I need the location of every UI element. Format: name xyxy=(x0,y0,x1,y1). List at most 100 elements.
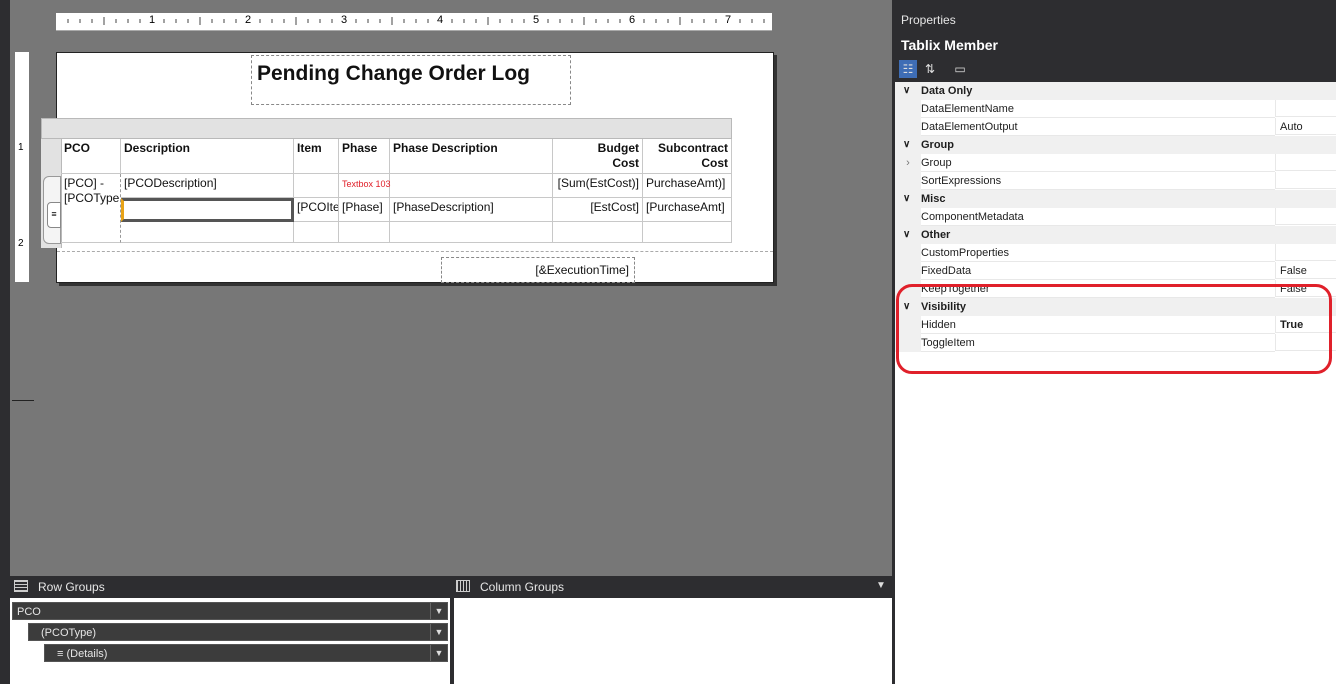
cell-estcost[interactable]: [EstCost] xyxy=(553,198,643,222)
column-groups-icon xyxy=(456,580,470,592)
property-value[interactable]: Auto xyxy=(1275,118,1336,135)
chevron-down-icon[interactable]: ∨ xyxy=(903,136,910,154)
properties-title: Properties xyxy=(895,8,1336,34)
property-value[interactable] xyxy=(1275,172,1336,189)
cell-empty[interactable] xyxy=(643,222,732,243)
cell-sum-purchaseamt[interactable]: PurchaseAmt)] xyxy=(643,174,732,198)
header-budget-cost[interactable]: Budget Cost xyxy=(553,139,643,174)
cell-phase[interactable]: [Phase] xyxy=(339,198,390,222)
cell-empty[interactable] xyxy=(121,222,294,243)
cell-empty[interactable] xyxy=(553,222,643,243)
selected-object-name: Tablix Member xyxy=(901,37,998,53)
property-gutter xyxy=(895,244,921,262)
vruler-label-2: 2 xyxy=(18,238,24,249)
alphabetical-sort-icon[interactable]: ⇅ xyxy=(921,60,939,78)
highlight-annotation xyxy=(896,284,1332,374)
pane-dropdown-icon[interactable]: ▼ xyxy=(876,580,886,591)
execution-time: [&ExecutionTime] xyxy=(535,263,629,277)
property-grid: ∨ Data Only DataElementName DataElementOutp… xyxy=(895,82,1336,682)
property-category-label: Group xyxy=(921,139,954,151)
property-gutter xyxy=(895,118,921,136)
header-phase[interactable]: Phase xyxy=(339,139,390,174)
row-group-pco[interactable]: PCO ▼ xyxy=(12,602,448,620)
title-textbox[interactable]: Pending Change Order Log xyxy=(251,55,571,105)
cell-empty[interactable] xyxy=(390,222,553,243)
left-gutter xyxy=(0,0,10,684)
header-subcontract-line1: Subcontract xyxy=(657,141,728,155)
header-item[interactable]: Item xyxy=(294,139,339,174)
tablix[interactable]: ≡ PCO Description Item Phase Phase Descr… xyxy=(41,118,732,248)
header-phase-description[interactable]: Phase Description xyxy=(390,139,553,174)
row-group-details-label: (Details) xyxy=(66,648,108,660)
property-name: FixedData xyxy=(921,262,1275,280)
property-value[interactable] xyxy=(1275,154,1336,171)
chevron-down-icon[interactable]: ∨ xyxy=(903,226,910,244)
property-value[interactable] xyxy=(1275,244,1336,261)
header-pco[interactable]: PCO xyxy=(61,139,121,174)
row-group-details[interactable]: ≡ (Details) ▼ xyxy=(44,644,448,662)
property-name: DataElementOutput xyxy=(921,118,1275,136)
cell-item-empty[interactable] xyxy=(294,174,339,198)
ruler-label-1: 1 xyxy=(149,14,156,26)
cell-sum-estcost[interactable]: [Sum(EstCost)] xyxy=(553,174,643,198)
cell-phase-desc-empty[interactable] xyxy=(390,174,553,198)
cell-purchaseamt[interactable]: [PurchaseAmt] xyxy=(643,198,732,222)
property-row[interactable]: DataElementName xyxy=(895,100,1336,118)
property-row[interactable]: SortExpressions xyxy=(895,172,1336,190)
cell-phase-description[interactable]: [PhaseDescription] xyxy=(390,198,553,222)
property-category-label: Other xyxy=(921,229,951,241)
ruler-label-4: 4 xyxy=(437,14,444,26)
property-category[interactable]: ∨ Other xyxy=(895,226,1336,244)
header-description[interactable]: Description xyxy=(121,139,294,174)
property-row[interactable]: › Group xyxy=(895,154,1336,172)
property-row[interactable]: FixedData False xyxy=(895,262,1336,280)
property-value[interactable]: False xyxy=(1275,262,1336,279)
selected-detail-cell[interactable] xyxy=(121,198,294,222)
chevron-right-icon[interactable]: › xyxy=(895,154,921,172)
property-value[interactable] xyxy=(1275,208,1336,225)
row-groups-pane[interactable]: PCO ▼ (PCOType) ▼ ≡ (Details) ▼ xyxy=(10,598,450,684)
categorized-icon[interactable]: ☷ xyxy=(899,60,917,78)
chevron-down-icon[interactable]: ∨ xyxy=(903,82,910,100)
property-category-label: Misc xyxy=(921,193,946,205)
property-pages-icon[interactable]: ▭ xyxy=(951,60,969,78)
property-value[interactable] xyxy=(1275,100,1336,117)
property-gutter xyxy=(895,100,921,118)
column-handles[interactable] xyxy=(41,118,732,139)
vruler-label-1: 1 xyxy=(18,142,24,153)
header-budget-line1: Budget xyxy=(597,141,639,155)
property-category[interactable]: ∨ Data Only xyxy=(895,82,1336,100)
row-group-pcotype[interactable]: (PCOType) ▼ xyxy=(28,623,448,641)
property-gutter xyxy=(895,208,921,226)
column-groups-pane[interactable] xyxy=(454,598,892,684)
property-row[interactable]: DataElementOutput Auto xyxy=(895,118,1336,136)
cell-empty[interactable] xyxy=(339,222,390,243)
vertical-ruler: 1 2 xyxy=(15,52,29,282)
header-subcontract-cost[interactable]: Subcontract Cost xyxy=(643,139,732,174)
row-groups-title: Row Groups xyxy=(38,580,105,594)
chevron-down-icon[interactable]: ▼ xyxy=(430,624,447,640)
property-name: Group xyxy=(921,154,1275,172)
chevron-down-icon[interactable]: ▼ xyxy=(430,603,447,619)
property-row[interactable]: CustomProperties xyxy=(895,244,1336,262)
cell-empty[interactable] xyxy=(294,222,339,243)
execution-time-textbox[interactable]: [&ExecutionTime] xyxy=(441,257,635,283)
horizontal-ruler: 1 2 3 4 5 6 7 xyxy=(56,13,772,31)
property-gutter xyxy=(895,172,921,190)
pco-group-cell[interactable]: [PCO] - [PCOType xyxy=(61,174,121,243)
property-name: SortExpressions xyxy=(921,172,1275,190)
column-groups-title: Column Groups xyxy=(480,580,565,594)
page-footer-divider xyxy=(57,251,773,252)
report-body[interactable]: Pending Change Order Log ≡ PCO Descripti… xyxy=(41,52,774,283)
property-category[interactable]: ∨ Group xyxy=(895,136,1336,154)
property-category[interactable]: ∨ Misc xyxy=(895,190,1336,208)
cell-pco-description[interactable]: [PCODescription] xyxy=(121,174,294,198)
property-row[interactable]: ComponentMetadata xyxy=(895,208,1336,226)
row-group-pco-label: PCO xyxy=(17,606,41,618)
cell-pcoitem[interactable]: [PCOIte xyxy=(294,198,339,222)
chevron-down-icon[interactable]: ∨ xyxy=(903,190,910,208)
chevron-down-icon[interactable]: ▼ xyxy=(430,645,447,661)
textbox-103[interactable]: Textbox 103 xyxy=(339,174,391,198)
property-name: DataElementName xyxy=(921,100,1275,118)
property-name: CustomProperties xyxy=(921,244,1275,262)
